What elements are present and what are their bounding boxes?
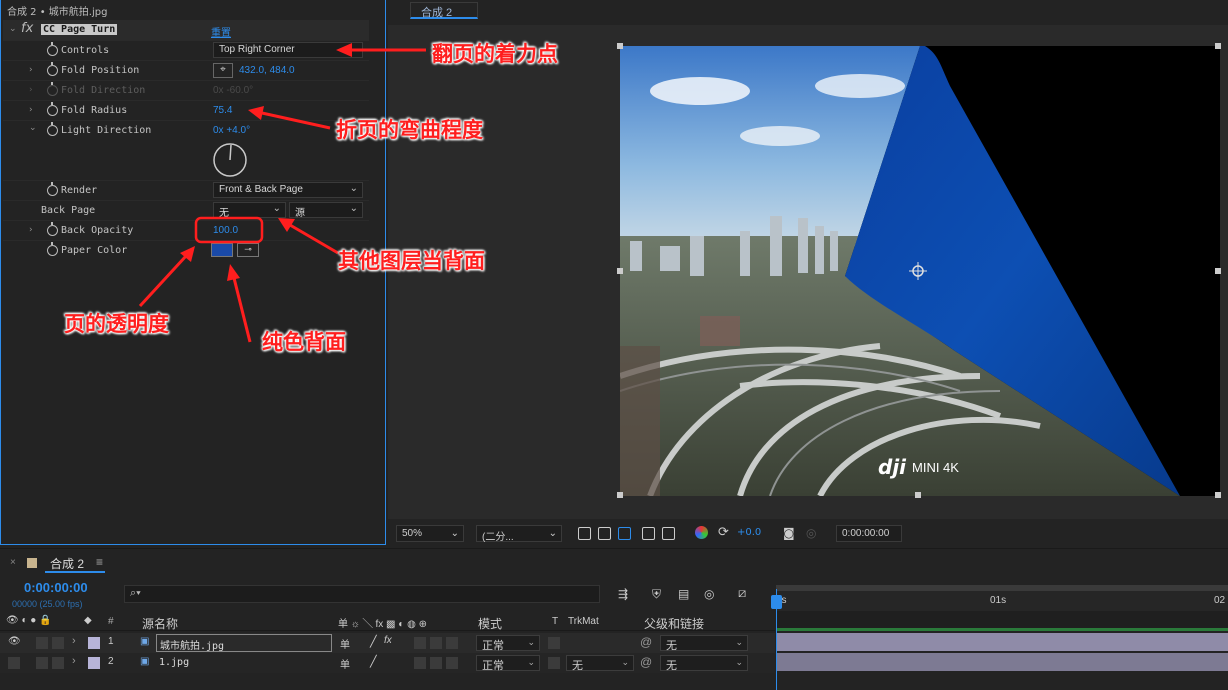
annotation-solid-back: 纯色背面 bbox=[262, 330, 346, 354]
annotation-curl-radius: 折页的弯曲程度 bbox=[336, 118, 483, 142]
annotation-back-layer: 其他图层当背面 bbox=[338, 249, 485, 273]
annotation-opacity: 页的透明度 bbox=[64, 312, 169, 336]
annotation-arrows bbox=[138, 43, 426, 343]
annotation-force-point: 翻页的着力点 bbox=[432, 42, 558, 66]
highlight-box bbox=[194, 216, 264, 244]
